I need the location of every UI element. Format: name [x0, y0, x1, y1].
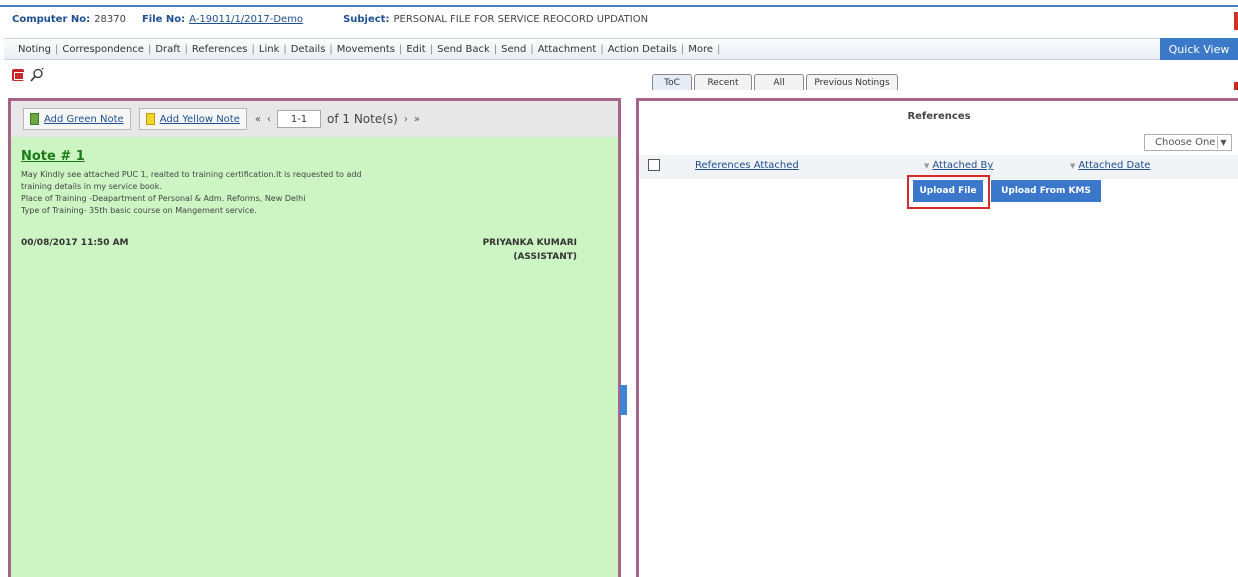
tool-icons: [12, 65, 44, 85]
references-title: References: [907, 111, 971, 122]
reference-tabs: ToC Recent All Previous Notings: [652, 74, 898, 90]
menu-bar: Noting | Correspondence | Draft | Reference…: [4, 38, 1238, 60]
page-input[interactable]: 1-1: [277, 110, 321, 128]
note-line: May Kindly see attached PUC 1, realted t…: [21, 170, 362, 179]
next-page-icon[interactable]: ›: [404, 114, 408, 125]
green-note-icon: [30, 113, 39, 125]
menu-references[interactable]: References: [188, 44, 252, 55]
menu-noting[interactable]: Noting: [14, 44, 55, 55]
tab-recent[interactable]: Recent: [694, 74, 752, 90]
subject-value: PERSONAL FILE FOR SERVICE REOCORD UPDATI…: [393, 13, 649, 25]
tab-previous-notings[interactable]: Previous Notings: [806, 74, 898, 90]
menu-link[interactable]: Link: [255, 44, 283, 55]
top-border: [0, 5, 1238, 7]
add-yellow-note-button[interactable]: Add Yellow Note: [138, 108, 247, 130]
quick-view-button[interactable]: Quick View: [1160, 38, 1238, 60]
note-pager: « ‹ 1-1 of 1 Note(s) › »: [255, 110, 420, 128]
add-green-note-button[interactable]: Add Green Note: [23, 108, 131, 130]
menu-movements[interactable]: Movements: [333, 44, 399, 55]
file-no-label: File No:: [141, 13, 186, 25]
add-yellow-note-label: Add Yellow Note: [159, 113, 240, 125]
col-attached-date-label: Attached Date: [1078, 160, 1151, 171]
first-page-icon[interactable]: «: [255, 114, 261, 125]
menu-edit[interactable]: Edit: [402, 44, 429, 55]
sort-icon: ▼: [924, 162, 930, 170]
upload-file-button[interactable]: Upload File: [913, 180, 983, 202]
add-green-note-label: Add Green Note: [44, 113, 124, 125]
menu-more[interactable]: More: [684, 44, 717, 55]
menu-attachment[interactable]: Attachment: [534, 44, 601, 55]
col-references-attached[interactable]: References Attached: [695, 160, 799, 171]
subject-label: Subject:: [343, 13, 390, 25]
select-all-checkbox[interactable]: [648, 159, 660, 171]
menu-details[interactable]: Details: [287, 44, 330, 55]
sort-icon: ▼: [1070, 162, 1076, 170]
page: Computer No: 28370 File No: A-19011/1/20…: [0, 0, 1238, 577]
computer-no-label: Computer No:: [12, 13, 91, 25]
chevron-down-icon: ▼: [1217, 136, 1229, 149]
note-author: PRIYANKA KUMARI: [482, 238, 577, 248]
menu-correspondence[interactable]: Correspondence: [58, 44, 148, 55]
col-attached-date[interactable]: ▼ Attached Date: [1070, 160, 1150, 171]
pdf-icon[interactable]: [12, 69, 24, 81]
note-line: Place of Training -Deapartment of Person…: [21, 194, 306, 203]
note-date: 00/08/2017 11:50 AM: [21, 238, 129, 248]
menu-action-details[interactable]: Action Details: [604, 44, 681, 55]
menu-send-back[interactable]: Send Back: [433, 44, 494, 55]
col-attached-by[interactable]: ▼ Attached By: [924, 160, 993, 171]
panel-splitter-handle[interactable]: [620, 385, 627, 415]
noting-panel: Add Green Note Add Yellow Note « ‹ 1-1 o…: [8, 98, 621, 577]
note-designation: (ASSISTANT): [513, 252, 577, 262]
noting-toolbar: Add Green Note Add Yellow Note « ‹ 1-1 o…: [11, 101, 618, 137]
page-total: of 1 Note(s): [327, 112, 398, 126]
yellow-note-icon: [145, 113, 155, 125]
last-page-icon[interactable]: »: [414, 114, 420, 125]
computer-no-value: 28370: [94, 13, 126, 25]
upload-from-kms-button[interactable]: Upload From KMS: [991, 180, 1101, 202]
references-panel: References Choose One ▼ References Attac…: [636, 98, 1238, 577]
choose-one-value: Choose One: [1155, 137, 1216, 148]
note-title[interactable]: Note # 1: [21, 149, 85, 164]
choose-one-select[interactable]: Choose One ▼: [1144, 134, 1232, 151]
tab-toc[interactable]: ToC: [652, 74, 692, 90]
note-line: training details in my service book.: [21, 182, 162, 191]
prev-page-icon[interactable]: ‹: [267, 114, 271, 125]
menu-send[interactable]: Send: [497, 44, 530, 55]
tab-all[interactable]: All: [754, 74, 804, 90]
status-marker-2: [1234, 82, 1238, 90]
col-attached-by-label: Attached By: [932, 160, 994, 171]
search-plus-icon[interactable]: [30, 68, 44, 82]
menu-draft[interactable]: Draft: [151, 44, 184, 55]
note-body: Note # 1 May Kindly see attached PUC 1, …: [11, 137, 618, 577]
file-no-link[interactable]: A-19011/1/2017-Demo: [189, 14, 303, 25]
note-line: Type of Training- 35th basic course on M…: [21, 206, 257, 215]
status-marker: [1234, 12, 1238, 30]
file-info-bar: Computer No: 28370 File No: A-19011/1/20…: [0, 8, 1238, 30]
